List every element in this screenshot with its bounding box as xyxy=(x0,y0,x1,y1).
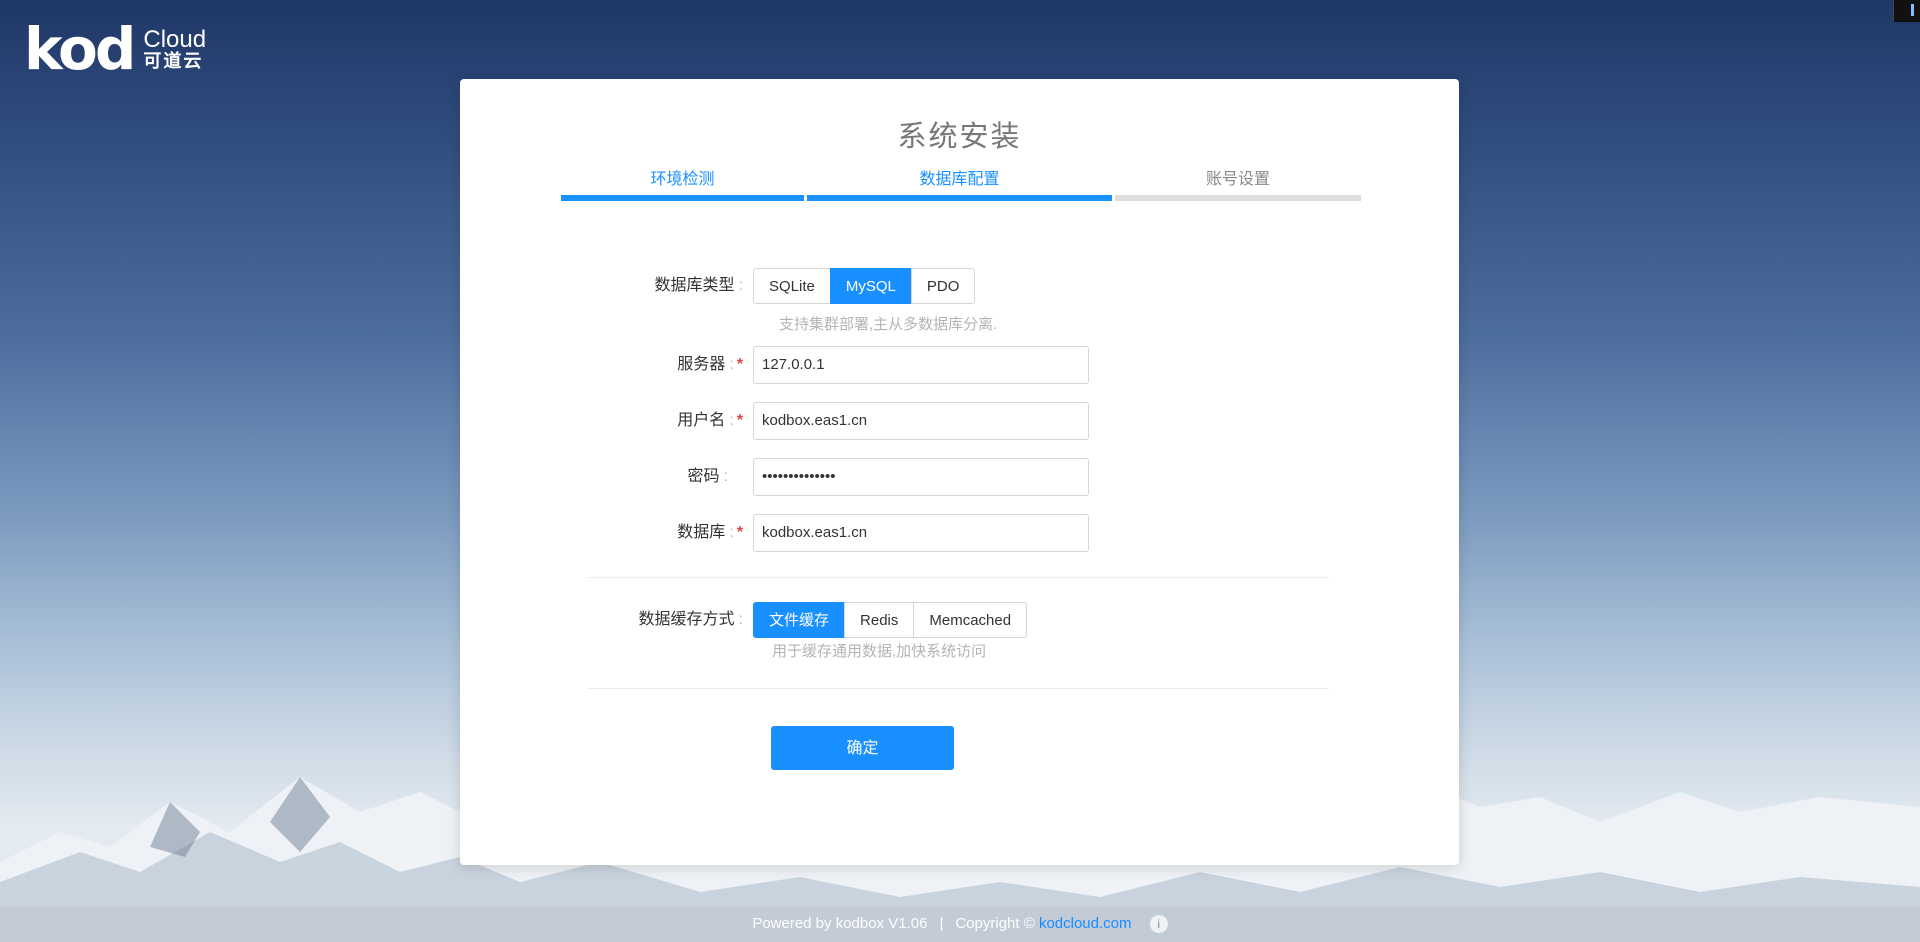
db-type-label: 数据库类型: xyxy=(654,277,743,294)
server-row: 服务器: * 127.0.0.1 xyxy=(460,346,1089,384)
logo-subtitle: 可道云 xyxy=(143,51,204,72)
step-progress-bar xyxy=(1115,195,1361,201)
server-label: 服务器: * xyxy=(677,356,743,373)
db-type-mysql-button[interactable]: MySQL xyxy=(829,268,912,304)
cache-label: 数据缓存方式: xyxy=(638,611,743,628)
password-label: 密码: xyxy=(687,468,728,485)
step-label: 账号设置 xyxy=(1205,171,1270,188)
footer: Powered by kodbox V1.06 | Copyright © kodc… xyxy=(0,906,1920,942)
db-type-row: 数据库类型: SQLite MySQL PDO xyxy=(460,267,976,305)
username-row: 用户名: * kodbox.eas1.cn xyxy=(460,402,1089,440)
step-label: 环境检测 xyxy=(650,171,715,188)
section-divider xyxy=(587,688,1329,689)
username-label: 用户名: * xyxy=(677,412,743,429)
required-mark: * xyxy=(736,356,743,373)
password-row: 密码: •••••••••••••• xyxy=(460,458,1089,496)
logo-text: Cloud 可道云 xyxy=(143,27,206,71)
database-row: 数据库: * kodbox.eas1.cn xyxy=(460,514,1089,552)
powered-by-text: Powered by kodbox V1.06 xyxy=(752,915,928,932)
footer-separator: | xyxy=(939,915,944,932)
required-mark: * xyxy=(736,412,743,429)
copyright-text: Copyright © xyxy=(955,915,1035,932)
required-mark: * xyxy=(736,524,743,541)
db-type-hint: 支持集群部署,主从多数据库分离. xyxy=(779,316,998,333)
database-input[interactable]: kodbox.eas1.cn xyxy=(753,514,1089,552)
cache-selector: 文件缓存 Redis Memcached xyxy=(753,602,1028,638)
cache-redis-button[interactable]: Redis xyxy=(844,602,915,638)
kodcloud-logo[interactable]: kod Cloud 可道云 xyxy=(24,20,206,78)
step-account-settings: 账号设置 xyxy=(1115,165,1361,201)
cache-memcached-button[interactable]: Memcached xyxy=(913,602,1028,638)
step-label: 数据库配置 xyxy=(919,171,1000,188)
database-label: 数据库: * xyxy=(677,524,743,541)
logo-mark: kod xyxy=(24,15,136,83)
db-type-pdo-button[interactable]: PDO xyxy=(910,268,976,304)
cache-file-button[interactable]: 文件缓存 xyxy=(753,602,846,638)
db-type-sqlite-button[interactable]: SQLite xyxy=(753,268,831,304)
cache-row: 数据缓存方式: 文件缓存 Redis Memcached xyxy=(460,601,1028,639)
install-steps: 环境检测 数据库配置 账号设置 xyxy=(561,165,1361,201)
info-icon[interactable]: i xyxy=(1149,915,1168,934)
install-panel: 系统安装 环境检测 数据库配置 账号设置 数据库类型: SQLite MySQL… xyxy=(460,79,1459,865)
username-input[interactable]: kodbox.eas1.cn xyxy=(753,402,1089,440)
db-type-selector: SQLite MySQL PDO xyxy=(753,268,976,304)
page-title: 系统安装 xyxy=(897,121,1022,153)
step-environment-check: 环境检测 xyxy=(561,165,804,201)
logo-name: Cloud xyxy=(143,25,207,53)
section-divider xyxy=(587,577,1329,578)
signal-icon xyxy=(1893,0,1920,22)
cache-hint: 用于缓存通用数据,加快系统访问 xyxy=(772,643,987,660)
server-input[interactable]: 127.0.0.1 xyxy=(753,346,1089,384)
step-database-config: 数据库配置 xyxy=(807,165,1112,201)
confirm-button[interactable]: 确定 xyxy=(771,726,954,770)
step-progress-bar xyxy=(807,195,1112,201)
step-progress-bar xyxy=(561,195,804,201)
password-input[interactable]: •••••••••••••• xyxy=(753,458,1089,496)
kodcloud-link[interactable]: kodcloud.com xyxy=(1039,915,1132,932)
